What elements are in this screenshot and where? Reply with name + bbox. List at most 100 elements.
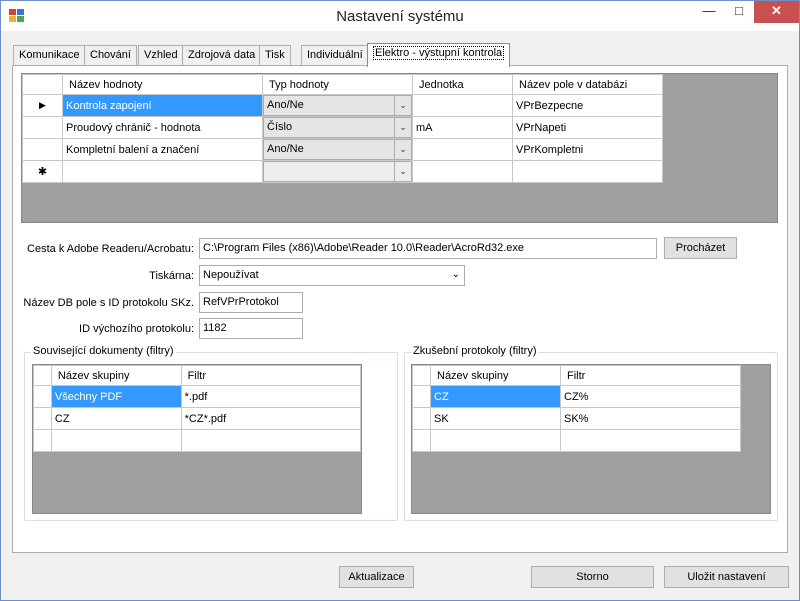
corner-header: [412, 365, 431, 386]
column-header-filter[interactable]: Filtr: [180, 365, 362, 386]
group-name-cell[interactable]: Všechny PDF: [50, 385, 182, 408]
chevron-down-icon: ⌄: [451, 269, 460, 280]
value-type-text: Číslo: [267, 121, 293, 133]
row-header[interactable]: [33, 407, 52, 430]
unit-cell[interactable]: [412, 138, 513, 161]
tab-chovani[interactable]: Chování: [84, 45, 137, 66]
active-tab-label: Elektro - výstupní kontrola: [373, 46, 505, 60]
printer-label: Tiskárna:: [149, 270, 194, 282]
table-row[interactable]: SK SK%: [412, 407, 741, 430]
unit-cell[interactable]: [412, 94, 513, 117]
printer-select[interactable]: Nepoužívat ⌄: [199, 265, 465, 286]
db-field-cell[interactable]: VPrNapeti: [512, 116, 663, 139]
test-protocols-title: Zkušební protokoly (filtry): [411, 345, 539, 357]
row-header[interactable]: [22, 116, 63, 139]
row-header[interactable]: [33, 429, 52, 452]
column-header-type[interactable]: Typ hodnoty: [262, 74, 413, 95]
value-name-cell[interactable]: Kontrola zapojení: [62, 94, 263, 117]
filter-cell[interactable]: *CZ*.pdf: [180, 407, 362, 430]
column-header-group[interactable]: Název skupiny: [50, 365, 182, 386]
tab-zdrojova-data[interactable]: Zdrojová data: [182, 45, 262, 66]
tab-komunikace[interactable]: Komunikace: [13, 45, 86, 66]
db-field-cell[interactable]: VPrBezpecne: [512, 94, 663, 117]
values-table: Název hodnoty Typ hodnoty Jednotka Název…: [22, 74, 663, 183]
new-row[interactable]: ✱ ⌄: [22, 160, 663, 183]
settings-window: Nastavení systému — □ ✕ Komunikace Chová…: [0, 0, 800, 601]
chevron-down-icon[interactable]: ⌄: [394, 118, 411, 137]
table-row[interactable]: Kompletní balení a značení Ano/Ne ⌄ VPrKo…: [22, 138, 663, 161]
value-name-cell[interactable]: Kompletní balení a značení: [62, 138, 263, 161]
tab-tisk[interactable]: Tisk: [259, 45, 291, 66]
update-button[interactable]: Aktualizace: [339, 566, 414, 588]
table-row[interactable]: Proudový chránič - hodnota Číslo ⌄ mA VPr…: [22, 116, 663, 139]
filter-cell[interactable]: [180, 429, 362, 452]
column-header-db-field[interactable]: Název pole v databázi: [512, 74, 663, 95]
value-type-combo[interactable]: ⌄: [262, 160, 413, 183]
related-docs-grid[interactable]: Název skupiny Filtr Všechny PDF *.pdf CZ…: [32, 364, 362, 514]
browse-button[interactable]: Procházet: [664, 237, 737, 259]
value-type-text: Ano/Ne: [267, 143, 304, 155]
title-bar: Nastavení systému — □ ✕: [1, 1, 799, 31]
default-protocol-label: ID výchozího protokolu:: [79, 323, 194, 335]
row-header[interactable]: [33, 385, 52, 408]
reader-path-label: Cesta k Adobe Readeru/Acrobatu:: [27, 243, 194, 255]
tab-individualni[interactable]: Individuální: [301, 45, 369, 66]
table-row[interactable]: ▶ Kontrola zapojení Ano/Ne ⌄ VPrBezpecne: [22, 94, 663, 117]
column-header-unit[interactable]: Jednotka: [412, 74, 513, 95]
group-name-cell[interactable]: CZ: [50, 407, 182, 430]
value-name-cell[interactable]: Proudový chránič - hodnota: [62, 116, 263, 139]
test-protocols-table: Název skupiny Filtr CZ CZ% SK SK%: [412, 365, 741, 452]
db-field-cell[interactable]: [512, 160, 663, 183]
column-header-name[interactable]: Název hodnoty: [62, 74, 263, 95]
corner-header: [33, 365, 52, 386]
chevron-down-icon[interactable]: ⌄: [394, 140, 411, 159]
column-header-group[interactable]: Název skupiny: [430, 365, 561, 386]
values-header-row: Název hodnoty Typ hodnoty Jednotka Název…: [22, 74, 663, 95]
value-name-cell[interactable]: [62, 160, 263, 183]
group-name-cell[interactable]: [50, 429, 182, 452]
group-name-cell[interactable]: [430, 429, 561, 452]
chevron-down-icon[interactable]: ⌄: [394, 96, 411, 115]
current-row-icon[interactable]: ▶: [22, 94, 63, 117]
test-protocols-grid[interactable]: Název skupiny Filtr CZ CZ% SK SK%: [411, 364, 771, 514]
table-row[interactable]: [33, 429, 362, 452]
value-type-combo[interactable]: Ano/Ne ⌄: [262, 138, 413, 161]
save-settings-button[interactable]: Uložit nastavení: [664, 566, 789, 588]
cancel-button[interactable]: Storno: [531, 566, 654, 588]
filter-cell[interactable]: *.pdf: [180, 385, 362, 408]
group-name-cell[interactable]: CZ: [430, 385, 561, 408]
filter-cell[interactable]: [560, 429, 741, 452]
tab-elektro-vystupni-kontrola[interactable]: Elektro - výstupní kontrola: [367, 43, 511, 67]
reader-path-input[interactable]: C:\Program Files (x86)\Adobe\Reader 10.0…: [199, 238, 657, 259]
values-grid[interactable]: Název hodnoty Typ hodnoty Jednotka Název…: [21, 73, 778, 223]
value-type-combo[interactable]: Ano/Ne ⌄: [262, 94, 413, 117]
db-field-cell[interactable]: VPrKompletni: [512, 138, 663, 161]
row-header[interactable]: [412, 407, 431, 430]
table-row[interactable]: CZ CZ%: [412, 385, 741, 408]
value-type-text: Ano/Ne: [267, 99, 304, 111]
unit-cell[interactable]: [412, 160, 513, 183]
table-row[interactable]: Všechny PDF *.pdf: [33, 385, 362, 408]
value-type-combo[interactable]: Číslo ⌄: [262, 116, 413, 139]
new-row-asterisk-icon[interactable]: ✱: [22, 160, 63, 183]
filter-cell[interactable]: SK%: [560, 407, 741, 430]
table-row[interactable]: [412, 429, 741, 452]
tab-panel-elektro: Název hodnoty Typ hodnoty Jednotka Název…: [12, 65, 788, 553]
db-field-input[interactable]: RefVPrProtokol: [199, 292, 303, 313]
row-header[interactable]: [412, 385, 431, 408]
maximize-icon[interactable]: □: [725, 1, 753, 23]
tab-vzhled[interactable]: Vzhled: [138, 45, 184, 66]
table-row[interactable]: CZ *CZ*.pdf: [33, 407, 362, 430]
unit-cell[interactable]: mA: [412, 116, 513, 139]
minimize-icon[interactable]: —: [695, 1, 723, 23]
default-protocol-input[interactable]: 1182: [199, 318, 303, 339]
column-header-filter[interactable]: Filtr: [560, 365, 741, 386]
group-name-cell[interactable]: SK: [430, 407, 561, 430]
row-header[interactable]: [412, 429, 431, 452]
row-header[interactable]: [22, 138, 63, 161]
close-icon[interactable]: ✕: [754, 1, 799, 23]
filter-cell[interactable]: CZ%: [560, 385, 741, 408]
related-docs-header-row: Název skupiny Filtr: [33, 365, 362, 386]
chevron-down-icon[interactable]: ⌄: [394, 162, 411, 181]
db-field-label: Název DB pole s ID protokolu SKz.: [23, 297, 194, 309]
